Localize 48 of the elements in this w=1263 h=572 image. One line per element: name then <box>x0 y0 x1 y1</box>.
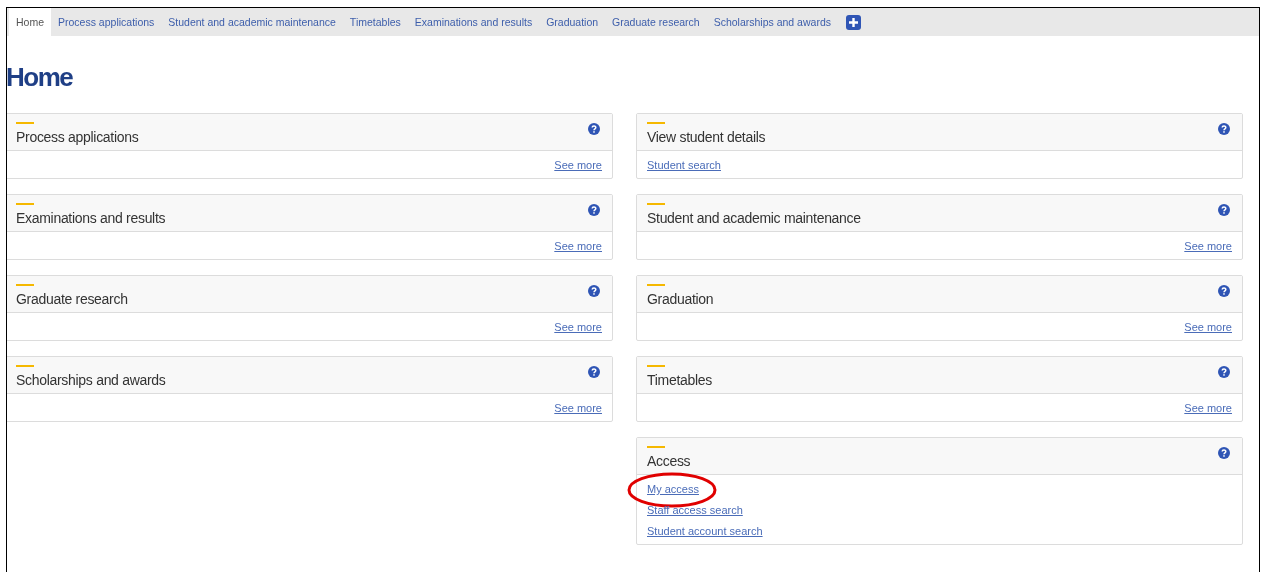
card-title: View student details <box>647 129 766 145</box>
help-icon[interactable] <box>1218 366 1230 378</box>
accent-bar <box>16 203 34 205</box>
help-icon[interactable] <box>1218 447 1230 459</box>
accent-bar <box>647 122 665 124</box>
page-title: Home <box>7 62 74 92</box>
see-more-link[interactable]: See more <box>554 159 602 171</box>
see-more-link[interactable]: See more <box>554 402 602 414</box>
card-title: Graduate research <box>16 291 128 307</box>
accent-bar <box>16 122 34 124</box>
accent-bar <box>16 365 34 367</box>
see-more-link[interactable]: See more <box>1184 402 1232 414</box>
see-more-link[interactable]: See more <box>554 321 602 333</box>
card-title: Access <box>647 453 691 469</box>
card-link[interactable]: Student search <box>647 159 721 171</box>
help-icon[interactable] <box>1218 285 1230 297</box>
tab[interactable]: Graduate research <box>605 8 707 36</box>
card-title: Timetables <box>647 372 712 388</box>
tab[interactable]: Student and academic maintenance <box>161 8 343 36</box>
tab[interactable]: Scholarships and awards <box>706 8 838 36</box>
tab[interactable]: Timetables <box>342 8 408 36</box>
see-more-link[interactable]: See more <box>1184 240 1232 252</box>
card-title: Process applications <box>16 129 139 145</box>
accent-bar <box>647 284 665 286</box>
help-icon[interactable] <box>1218 204 1230 216</box>
card-title: Examinations and results <box>16 210 166 226</box>
accent-bar <box>647 446 665 448</box>
help-icon[interactable] <box>588 285 600 297</box>
accent-bar <box>647 365 665 367</box>
card-title: Student and academic maintenance <box>647 210 861 226</box>
card-link[interactable]: Staff access search <box>647 504 743 516</box>
help-icon[interactable] <box>588 123 600 135</box>
see-more-link[interactable]: See more <box>1184 321 1232 333</box>
tab[interactable]: Home <box>9 8 51 36</box>
accent-bar <box>16 284 34 286</box>
help-icon[interactable] <box>588 204 600 216</box>
accent-bar <box>647 203 665 205</box>
tab[interactable]: Graduation <box>539 8 606 36</box>
tab[interactable]: Process applications <box>51 8 162 36</box>
see-more-link[interactable]: See more <box>554 240 602 252</box>
help-icon[interactable] <box>588 366 600 378</box>
card-link[interactable]: My access <box>647 483 699 495</box>
card-title: Graduation <box>647 291 714 307</box>
help-icon[interactable] <box>1218 123 1230 135</box>
tab[interactable]: Examinations and results <box>407 8 540 36</box>
card-link[interactable]: Student account search <box>647 525 763 537</box>
add-tab-icon[interactable] <box>846 14 861 30</box>
card-title: Scholarships and awards <box>16 372 166 388</box>
